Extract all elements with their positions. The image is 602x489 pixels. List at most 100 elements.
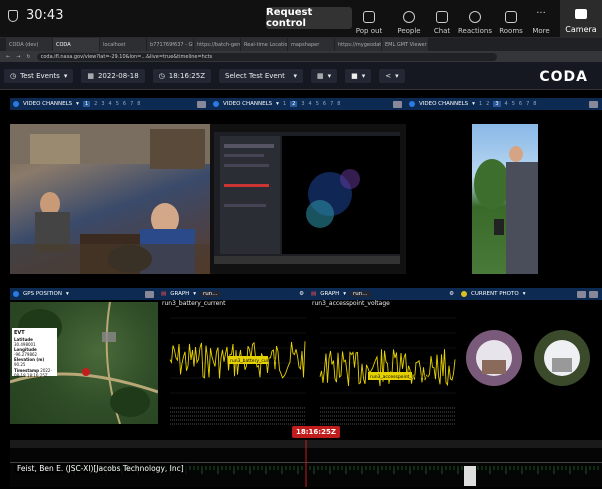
chevron-down-icon[interactable]: ▾ <box>276 101 279 107</box>
panel-header: VIDEO CHANNELS ▾ 1 2 3 4 5 6 7 8 <box>406 98 602 110</box>
panel-header: GPS POSITION ▾ <box>10 288 158 300</box>
channel-button[interactable]: 3 <box>493 101 501 107</box>
graph-plot: run3_battery_current <box>169 317 306 425</box>
signal-select[interactable]: run... <box>200 291 221 297</box>
url-input[interactable]: coda.ifl.nasa.gov/view?lat=-29.10&lon=..… <box>36 52 497 61</box>
save-menu[interactable]: ■ ▾ <box>345 68 372 83</box>
channel-button[interactable]: 4 <box>309 101 312 107</box>
channel-button[interactable]: 4 <box>505 101 508 107</box>
channel-button[interactable]: 4 <box>109 101 112 107</box>
more-icon: ··· <box>536 8 546 19</box>
settings-icon[interactable] <box>589 290 598 298</box>
browser-tab[interactable]: b771769f637 - Glo <box>147 38 193 51</box>
settings-icon[interactable]: ⚙ <box>299 291 304 297</box>
share-menu[interactable]: < ▾ <box>379 68 405 83</box>
select-test-event-dropdown[interactable]: Select Test Event ▾ <box>219 68 303 83</box>
browser-tab[interactable]: Real-time Location <box>241 38 287 51</box>
people-button[interactable]: People <box>392 3 426 35</box>
test-events-dropdown[interactable]: ◷ Test Events ▾ <box>4 68 74 83</box>
channel-button[interactable]: 3 <box>101 101 104 107</box>
browser-tab-active[interactable]: CODA <box>53 38 99 51</box>
chevron-down-icon: ▾ <box>293 71 297 80</box>
chevron-down-icon[interactable]: ▾ <box>66 291 69 297</box>
screen-capture-image <box>210 124 406 274</box>
settings-icon[interactable] <box>197 100 206 108</box>
gps-row-timestamp: Timestamp 2022-08-18 18:16:25Z <box>14 367 52 378</box>
video-panel-3: VIDEO CHANNELS ▾ 1 2 3 4 5 6 7 8 <box>406 98 602 284</box>
app-toolbar: ◷ Test Events ▾ ▦ 2022-08-18 ◷ 18:16:25Z Sel… <box>0 62 602 90</box>
current-photo-panel: CURRENT PHOTO ▾ <box>458 288 602 438</box>
chat-button[interactable]: Chat <box>425 3 459 35</box>
time-icon: ◷ <box>158 71 165 80</box>
request-control-button[interactable]: Request control <box>266 7 352 29</box>
panel-header: ▤ GRAPH ▾ run... ⚙ <box>158 288 308 300</box>
signal-line <box>319 349 456 387</box>
graph-icon: ▤ <box>161 291 167 297</box>
timeline-marker[interactable] <box>464 466 476 486</box>
channel-button[interactable]: 2 <box>94 101 97 107</box>
channel-button[interactable]: 2 <box>486 101 489 107</box>
chevron-down-icon[interactable]: ▾ <box>343 291 346 297</box>
chat-icon <box>436 11 448 23</box>
chevron-down-icon[interactable]: ▾ <box>76 101 79 107</box>
browser-tab[interactable]: https://batch-geroch <box>194 38 240 51</box>
outdoor-scene-image <box>474 146 538 274</box>
browser-tab[interactable]: mapshaper <box>288 38 334 51</box>
browser-tab[interactable]: localhost <box>100 38 146 51</box>
camera-button[interactable]: Camera <box>560 0 602 38</box>
brand-logo: CODA <box>539 69 588 85</box>
reactions-button[interactable]: Reactions <box>458 3 492 35</box>
channel-button[interactable]: 1 <box>479 101 482 107</box>
channel-button[interactable]: 2 <box>290 101 298 107</box>
channel-button[interactable]: 7 <box>526 101 529 107</box>
channel-button[interactable]: 5 <box>116 101 119 107</box>
save-icon: ■ <box>351 71 358 80</box>
panel-header: ▤ GRAPH ▾ run... ⚙ <box>308 288 458 300</box>
more-button[interactable]: ··· More <box>524 3 558 36</box>
channel-button[interactable]: 3 <box>301 101 304 107</box>
browser-tab[interactable]: CODA (dev) <box>6 38 52 51</box>
grid-icon: ▦ <box>317 71 324 80</box>
browser-tab[interactable]: EML GMT Viewer w/s <box>382 38 428 51</box>
channel-button[interactable]: 5 <box>316 101 319 107</box>
channel-button[interactable]: 8 <box>533 101 536 107</box>
settings-icon[interactable] <box>145 290 154 298</box>
channel-button[interactable]: 8 <box>137 101 140 107</box>
reactions-icon <box>469 11 481 23</box>
video-icon <box>213 101 219 107</box>
channel-button[interactable]: 8 <box>337 101 340 107</box>
signal-select[interactable]: run... <box>350 291 371 297</box>
browser-tab[interactable]: https://mygeodata.cl <box>335 38 381 51</box>
rooms-button[interactable]: Rooms <box>494 3 528 35</box>
rooms-icon <box>505 11 517 23</box>
layout-menu[interactable]: ▦ ▾ <box>311 68 338 83</box>
video-icon <box>409 101 415 107</box>
date-picker[interactable]: ▦ 2022-08-18 <box>81 68 145 83</box>
camera-icon <box>575 9 587 19</box>
time-field[interactable]: ◷ 18:16:25Z <box>152 68 211 83</box>
participant-name: Feist, Ben E. (JSC-XI)[Jacobs Technology… <box>14 463 187 474</box>
channel-button[interactable]: 6 <box>323 101 326 107</box>
video-feed-outdoor <box>472 124 538 274</box>
chevron-down-icon[interactable]: ▾ <box>523 291 526 297</box>
reload-icon[interactable]: ↻ <box>26 54 30 60</box>
forward-icon[interactable]: → <box>16 54 20 60</box>
chevron-down-icon[interactable]: ▾ <box>472 101 475 107</box>
settings-icon[interactable] <box>589 100 598 108</box>
gps-row-elevation: Elevation (m) 90.25 <box>14 357 45 368</box>
chevron-down-icon[interactable]: ▾ <box>193 291 196 297</box>
pop-out-button[interactable]: Pop out <box>352 3 386 35</box>
channel-button[interactable]: 6 <box>519 101 522 107</box>
channel-button[interactable]: 7 <box>330 101 333 107</box>
photo-action-icon[interactable] <box>577 290 586 298</box>
channel-button[interactable]: 5 <box>512 101 515 107</box>
channel-button[interactable]: 7 <box>130 101 133 107</box>
channel-button[interactable]: 6 <box>123 101 126 107</box>
back-icon[interactable]: ← <box>6 54 10 60</box>
channel-button[interactable]: 1 <box>82 101 91 107</box>
settings-icon[interactable] <box>393 100 402 108</box>
settings-icon[interactable]: ⚙ <box>449 291 454 297</box>
channel-button[interactable]: 1 <box>283 101 286 107</box>
address-bar-row: ← → ↻ coda.ifl.nasa.gov/view?lat=-29.10&… <box>0 51 602 62</box>
graph-panel-2: ▤ GRAPH ▾ run... ⚙ run3_accesspoint_volta… <box>308 288 458 438</box>
